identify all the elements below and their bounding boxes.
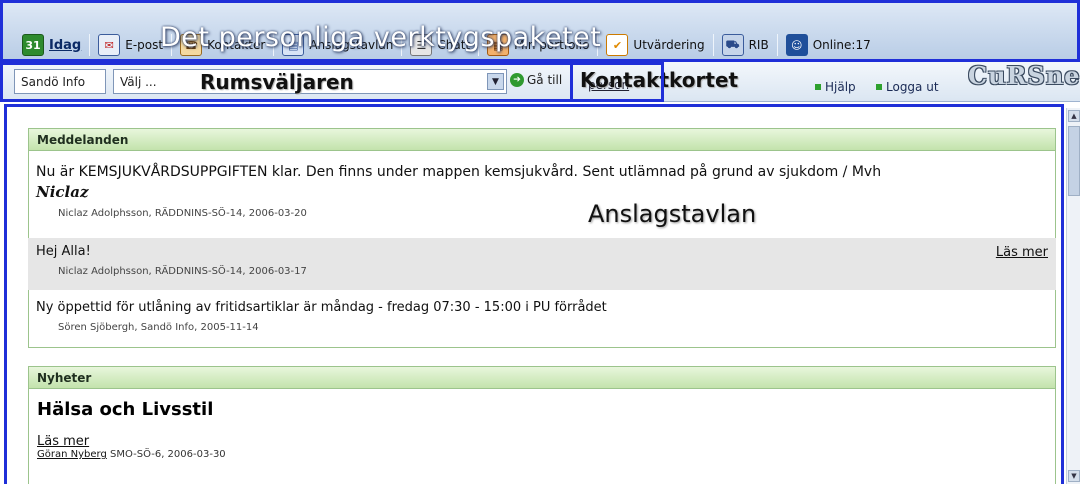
news-heading: Nyheter [29,367,1055,389]
bullet-icon [876,84,882,90]
read-more-link[interactable]: Läs mer [996,245,1048,260]
rib-icon: ⛟ [721,34,744,56]
help-label: Hjälp [825,80,856,94]
news-author-link[interactable]: Göran Nyberg [37,449,107,460]
scroll-down-icon[interactable]: ▼ [1068,470,1080,482]
message-text: Ny öppettid för utlåning av fritidsartik… [36,300,607,315]
logout-link[interactable]: Logga ut [876,80,939,94]
list-item: Hej Alla! Läs mer Niclaz Adolphsson, RÄD… [28,238,1056,290]
list-item: Ny öppettid för utlåning av fritidsartik… [28,296,1056,346]
goto-button[interactable]: ➔ Gå till [510,73,562,87]
help-link[interactable]: Hjälp [815,80,856,94]
news-meta-text: SMO-SÖ-6, 2006-03-30 [106,449,226,460]
scroll-up-icon[interactable]: ▲ [1068,110,1080,122]
toolbar-item-rib[interactable]: ⛟ RIB [714,32,777,58]
message-meta: Niclaz Adolphsson, RÄDDNINS-SÖ-14, 2006-… [58,208,307,219]
toolbar-item-label: Online:17 [812,38,871,52]
board-annotation-label: Anslagstavlan [588,200,757,228]
brand-logo: CuRSnet [968,61,1080,90]
message-meta: Sören Sjöbergh, Sandö Info, 2005-11-14 [58,322,259,333]
chevron-down-icon[interactable]: ▼ [487,73,504,90]
room-selector-annotation-label: Rumsväljaren [200,70,354,94]
toolbar-item-label: RIB [748,38,769,52]
logout-label: Logga ut [886,80,939,94]
check-icon: ✔ [606,34,629,56]
online-icon: ☺ [785,34,808,56]
message-text: Hej Alla! [36,244,91,259]
messages-list: Nu är KEMSJUKVÅRDSUPPGIFTEN klar. Den fi… [28,128,1056,350]
site-name-box[interactable]: Sandö Info [14,69,106,94]
room-select-value: Välj ... [120,74,157,89]
scrollbar-thumb[interactable] [1068,126,1080,196]
toolbar-item-idag[interactable]: 31 Idag [14,32,89,58]
calendar-icon: 31 [22,34,44,56]
list-item: Nu är KEMSJUKVÅRDSUPPGIFTEN klar. Den fi… [28,162,1056,232]
toolbox-annotation-label: Det personliga verktygspaketet [160,22,602,53]
vertical-scrollbar[interactable]: ▲ ▼ [1066,108,1080,484]
bullet-icon [815,84,821,90]
mail-icon: ✉ [98,34,121,56]
toolbar-item-online[interactable]: ☺ Online:17 [778,32,879,58]
contact-card-annotation-label: Kontaktkortet [580,68,739,92]
message-text: Nu är KEMSJUKVÅRDSUPPGIFTEN klar. Den fi… [36,164,882,180]
news-meta: Göran Nyberg SMO-SÖ-6, 2006-03-30 [29,449,1055,460]
toolbar-item-label: E-post [125,38,164,52]
goto-label: Gå till [527,73,563,87]
news-panel: Nyheter Hälsa och Livsstil Läs mer Göran… [28,366,1056,484]
arrow-right-icon: ➔ [510,73,524,87]
toolbar-item-email[interactable]: ✉ E-post [90,32,171,58]
toolbar-item-evaluation[interactable]: ✔ Utvärdering [598,32,712,58]
toolbar-item-label: Utvärdering [633,38,705,52]
news-title: Hälsa och Livsstil [37,399,214,420]
message-meta: Niclaz Adolphsson, RÄDDNINS-SÖ-14, 2006-… [58,266,307,277]
news-read-more-link[interactable]: Läs mer [29,434,1055,449]
message-signature: Niclaz [36,183,89,201]
toolbar-item-label: Idag [49,37,82,53]
